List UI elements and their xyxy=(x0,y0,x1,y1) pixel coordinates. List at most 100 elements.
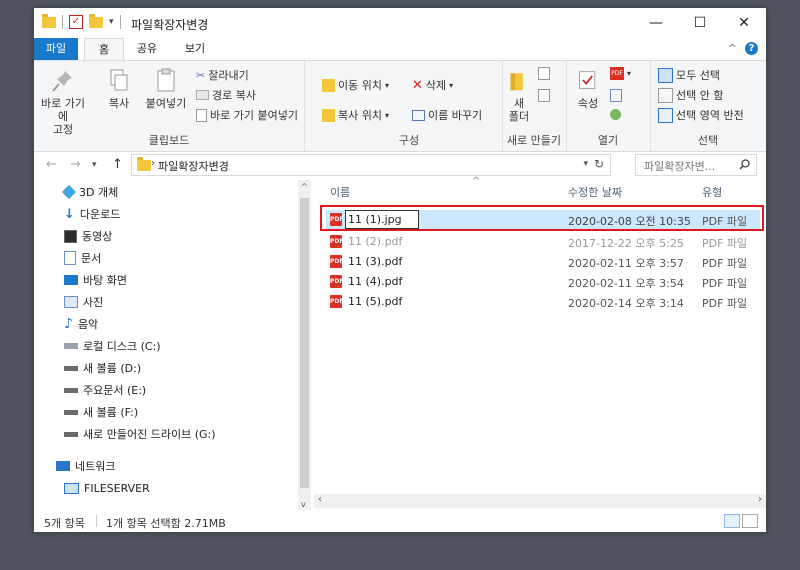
search-box[interactable]: 파일확장자변... xyxy=(635,154,757,176)
back-button[interactable]: ← xyxy=(46,157,57,172)
open-group: 속성 PDF ▾ 열기 xyxy=(566,61,651,151)
column-header-type[interactable]: 유형 xyxy=(702,184,722,200)
invert-selection-button[interactable]: 선택 영역 반전 xyxy=(658,107,744,123)
address-path[interactable]: 파일확장자변경 xyxy=(158,158,229,174)
paste-shortcut-label: 바로 가기 붙여넣기 xyxy=(210,109,298,122)
help-icon[interactable]: ? xyxy=(745,42,758,55)
file-type: PDF 파일 xyxy=(702,237,748,250)
large-icons-view-icon[interactable] xyxy=(742,514,758,528)
sidebar-item-drive-f[interactable]: 새 볼륨 (F:) xyxy=(64,402,138,422)
tab-file[interactable]: 파일 xyxy=(34,38,78,60)
column-header-name[interactable]: 이름 xyxy=(330,184,350,200)
scissors-icon: ✂ xyxy=(196,68,206,82)
edit-button[interactable] xyxy=(610,89,622,102)
network-icon xyxy=(56,461,70,471)
organize-group: 이동 위치 ▾ ✕ 삭제 ▾ 복사 위치 ▾ 이름 바꾸기 구성 xyxy=(316,61,503,151)
table-row[interactable]: PDF 11 (2).pdf 2017-12-22 오후 5:25 PDF 파일 xyxy=(326,232,760,252)
customize-qat-icon[interactable]: ▾ xyxy=(109,17,114,27)
paste-shortcut-button[interactable]: 바로 가기 붙여넣기 xyxy=(196,107,298,123)
sidebar-item-videos[interactable]: 동영상 xyxy=(64,226,112,246)
cut-label: 잘라내기 xyxy=(208,69,249,82)
collapse-ribbon-icon[interactable]: ^ xyxy=(728,42,737,55)
file-date: 2020-02-14 오후 3:14 xyxy=(568,297,684,310)
sidebar-scrollbar[interactable]: ^ v xyxy=(298,180,311,510)
pdf-file-icon: PDF xyxy=(330,295,343,308)
new-folder-icon[interactable] xyxy=(89,13,103,28)
move-to-button[interactable]: 이동 위치 ▾ xyxy=(322,77,389,93)
horizontal-scrollbar[interactable]: ‹ › xyxy=(314,494,766,508)
open-button[interactable]: PDF ▾ xyxy=(610,67,631,80)
table-row[interactable]: PDF 11 (3).pdf 2020-02-11 오후 3:57 PDF 파일 xyxy=(326,252,760,272)
sidebar-item-3d-objects[interactable]: 3D 개체 xyxy=(61,182,118,202)
item-count: 5개 항목 xyxy=(44,517,85,530)
select-all-icon xyxy=(658,67,673,83)
invert-selection-label: 선택 영역 반전 xyxy=(676,109,744,122)
cut-button[interactable]: ✂ 잘라내기 xyxy=(196,67,249,83)
pdf-open-icon: PDF xyxy=(610,67,624,80)
pictures-icon xyxy=(64,296,78,308)
minimize-button[interactable]: — xyxy=(634,8,678,38)
sidebar-item-downloads[interactable]: ↓ 다운로드 xyxy=(64,204,120,224)
copy-to-button[interactable]: 복사 위치 ▾ xyxy=(322,107,389,123)
sidebar-item-music[interactable]: ♪ 음악 xyxy=(64,314,98,334)
drive-icon xyxy=(64,365,78,371)
address-bar[interactable]: › 파일확장자변경 ▾ ↻ xyxy=(131,154,611,176)
scroll-up-icon[interactable]: ^ xyxy=(301,182,308,191)
sidebar-item-pictures[interactable]: 사진 xyxy=(64,292,103,312)
title-bar: ✓ ▾ 파일확장자변경 — ☐ ✕ xyxy=(34,8,766,38)
address-dropdown-icon[interactable]: ▾ xyxy=(583,159,588,169)
maximize-button[interactable]: ☐ xyxy=(678,8,722,38)
sidebar-item-drive-g[interactable]: 새로 만들어진 드라이브 (G:) xyxy=(64,424,216,444)
scroll-down-icon[interactable]: v xyxy=(301,500,306,509)
sidebar-item-documents[interactable]: 문서 xyxy=(64,248,101,268)
select-none-button[interactable]: 선택 안 함 xyxy=(658,87,723,103)
delete-button[interactable]: ✕ 삭제 ▾ xyxy=(412,77,453,93)
rename-button[interactable]: 이름 바꾸기 xyxy=(412,107,482,123)
select-all-label: 모두 선택 xyxy=(676,69,720,82)
tab-home[interactable]: 홈 xyxy=(84,38,124,61)
file-name: 11 (5).pdf xyxy=(348,295,403,308)
new-folder-button[interactable]: 새 폴더 xyxy=(508,67,530,123)
highlight-box xyxy=(320,205,764,231)
pin-quick-access-button[interactable]: 바로 가기에 고정 xyxy=(36,67,90,136)
table-row[interactable]: PDF 11 (4).pdf 2020-02-11 오후 3:54 PDF 파일 xyxy=(326,272,760,292)
copy-path-button[interactable]: 경로 복사 xyxy=(196,87,256,103)
history-button[interactable] xyxy=(610,109,621,120)
sidebar-item-label: 다운로드 xyxy=(79,208,121,221)
properties-button[interactable]: 속성 xyxy=(576,67,600,110)
up-button[interactable]: ↑ xyxy=(112,157,123,172)
clipboard-group: 바로 가기에 고정 복사 붙여넣기 ✂ 잘라내기 경로 복사 바로 가기 붙여넣… xyxy=(34,61,305,151)
scroll-right-icon[interactable]: › xyxy=(758,494,762,505)
new-item-button[interactable] xyxy=(538,67,550,80)
sidebar-item-drive-d[interactable]: 새 볼륨 (D:) xyxy=(64,358,141,378)
select-all-button[interactable]: 모두 선택 xyxy=(658,67,720,83)
sidebar-item-label: 동영상 xyxy=(82,230,113,243)
sidebar-scroll-thumb[interactable] xyxy=(300,198,309,488)
pdf-file-icon: PDF xyxy=(330,235,343,248)
pdf-file-icon: PDF xyxy=(330,255,343,268)
table-row[interactable]: PDF 11 (5).pdf 2020-02-14 오후 3:14 PDF 파일 xyxy=(326,292,760,312)
refresh-icon[interactable]: ↻ xyxy=(594,157,604,171)
details-view-icon[interactable] xyxy=(724,514,740,528)
column-header-date[interactable]: 수정한 날짜 xyxy=(568,184,622,200)
sidebar-item-fileserver[interactable]: FILESERVER xyxy=(64,478,150,498)
sidebar-item-drive-c[interactable]: 로컬 디스크 (C:) xyxy=(64,336,161,356)
copy-button[interactable]: 복사 xyxy=(104,67,134,110)
paste-button[interactable]: 붙여넣기 xyxy=(142,67,190,110)
clipboard-group-label: 클립보드 xyxy=(148,134,190,147)
new-group: 새 폴더 새로 만들기 xyxy=(502,61,567,151)
recent-locations-icon[interactable]: ▾ xyxy=(92,160,97,170)
select-none-label: 선택 안 함 xyxy=(676,89,724,102)
sidebar-item-drive-e[interactable]: 주요문서 (E:) xyxy=(64,380,146,400)
rename-icon xyxy=(412,109,425,121)
sidebar-item-desktop[interactable]: 바탕 화면 xyxy=(64,270,127,290)
tab-view[interactable]: 보기 xyxy=(178,38,212,60)
chevron-down-icon: ▾ xyxy=(627,69,632,78)
easy-access-button[interactable] xyxy=(538,89,550,102)
sidebar-item-network[interactable]: 네트워크 xyxy=(56,456,115,476)
scroll-left-icon[interactable]: ‹ xyxy=(318,494,322,505)
close-button[interactable]: ✕ xyxy=(722,8,766,38)
forward-button[interactable]: → xyxy=(70,157,81,172)
properties-check-icon[interactable]: ✓ xyxy=(69,15,83,29)
tab-share[interactable]: 공유 xyxy=(130,38,164,60)
